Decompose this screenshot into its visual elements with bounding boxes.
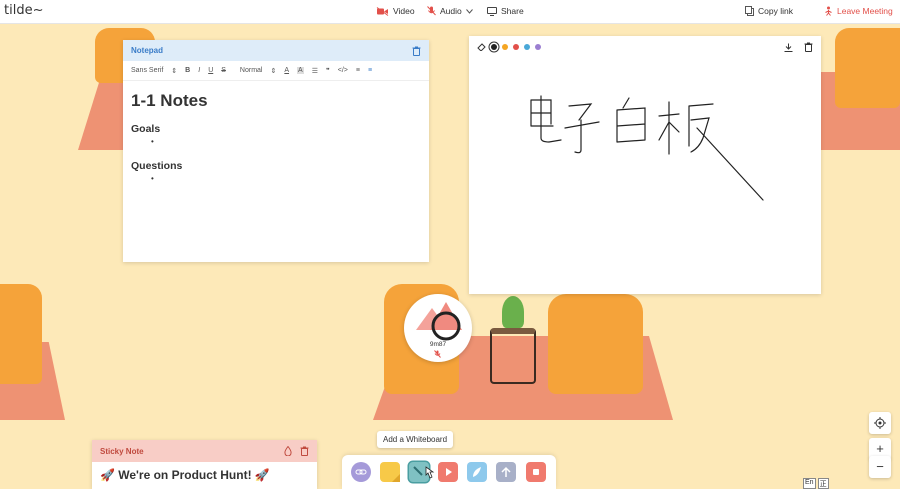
notepad-header[interactable]: Notepad [123,40,429,61]
armchair [0,284,42,384]
mic-off-icon [434,350,441,358]
download-icon[interactable] [784,43,793,52]
color-swatch-orange[interactable] [502,44,508,50]
notepad-editor[interactable]: 1-1 Notes Goals • Questions • [123,81,429,207]
trash-icon[interactable] [804,42,813,52]
select-arrows-icon: ⇕ [270,67,277,75]
share-screen-button[interactable]: Share [487,6,524,16]
code-icon[interactable]: </> [338,67,348,74]
recenter-button[interactable] [869,412,891,434]
bold-button[interactable]: B [185,67,190,74]
add-video-button[interactable] [438,462,458,482]
strikethrough-button[interactable]: S [221,67,226,74]
text-color-icon[interactable]: A [284,67,289,74]
target-icon [874,417,886,429]
plant [502,296,524,328]
bottom-dock [342,455,556,489]
input-mode-label[interactable]: 正 [817,478,829,489]
copy-icon [745,6,754,16]
add-notepad-button[interactable] [467,462,487,482]
color-swatch-black[interactable] [491,44,497,50]
participant-avatar[interactable]: 9m87 [404,294,472,362]
play-icon [446,468,452,476]
notepad-section-goals: Goals [131,123,161,135]
screen-share-icon [487,6,497,16]
notepad-panel[interactable]: Notepad Sans Serif ⇕ B I U S Normal ⇕ A … [123,40,429,262]
color-swatch-blue[interactable] [524,44,530,50]
trash-icon[interactable] [300,446,309,456]
side-table [490,328,536,384]
copy-link-button[interactable]: Copy link [745,6,793,16]
color-swatch-red[interactable] [513,44,519,50]
font-family-select[interactable]: Sans Serif [131,67,163,74]
leave-meeting-label: Leave Meeting [837,6,893,16]
record-icon [533,469,539,475]
eraser-icon[interactable] [477,43,486,51]
align-icon[interactable]: ☰ [312,67,318,75]
chevron-down-icon [465,8,473,14]
copy-link-label: Copy link [758,6,793,16]
underline-button[interactable]: U [208,67,213,74]
list-item: • [151,137,154,146]
sticky-note-title: Sticky Note [100,446,144,456]
bullet-list-icon[interactable]: ≡ [368,67,372,74]
handwriting-strokes [530,95,764,201]
zoom-out-button[interactable]: − [869,456,891,478]
link-icon [355,469,367,475]
feather-icon [473,467,481,477]
audio-label: Audio [440,6,462,16]
sticky-note-panel[interactable]: Sticky Note 🚀 We're on Product Hunt! 🚀 [92,440,317,489]
ordered-list-icon[interactable]: ≡ [356,67,360,74]
quote-icon[interactable]: ❞ [326,67,330,75]
color-swatch-purple[interactable] [535,44,541,50]
italic-button[interactable]: I [198,67,200,74]
top-bar: tilde~ Video Audio Share Copy link Leave… [0,0,900,24]
select-arrows-icon: ⇕ [171,67,178,75]
notepad-heading: 1-1 Notes [131,91,208,110]
whiteboard-toolbar [469,36,821,58]
armchair [548,294,643,394]
whiteboard-panel[interactable] [469,36,821,294]
notepad-title: Notepad [131,46,163,55]
trash-icon[interactable] [412,46,421,56]
system-tray: En 正 [803,478,829,489]
mouse-pointer-icon [425,466,435,479]
list-item: • [151,174,154,183]
dock-tooltip: Add a Whiteboard [377,431,454,448]
sticky-note-icon [392,474,400,482]
sticky-note-header[interactable]: Sticky Note [92,440,317,462]
whiteboard-canvas[interactable] [469,58,821,294]
highlight-icon[interactable]: A [297,67,304,74]
exit-icon [825,6,832,16]
input-method-label[interactable]: En [803,478,816,489]
armchair [835,28,900,108]
mic-off-icon [427,6,436,16]
font-size-select[interactable]: Normal [240,67,263,74]
color-drop-icon[interactable] [284,446,292,456]
add-sticky-note-button[interactable] [380,462,400,482]
leave-meeting-button[interactable]: Leave Meeting [824,6,893,16]
notepad-toolbar: Sans Serif ⇕ B I U S Normal ⇕ A A ☰ ❞ </… [123,61,429,81]
add-link-button[interactable] [351,462,371,482]
audio-toggle-button[interactable]: Audio [427,6,473,16]
sticky-note-text[interactable]: 🚀 We're on Product Hunt! 🚀 [92,462,317,488]
record-button[interactable] [526,462,546,482]
notepad-section-questions: Questions [131,160,183,172]
video-toggle-button[interactable]: Video [376,6,415,16]
participant-name: 9m87 [429,341,447,348]
upload-arrow-icon [501,466,511,477]
share-label: Share [501,6,524,16]
video-off-icon [376,6,389,16]
video-label: Video [393,6,415,16]
app-logo: tilde~ [4,3,44,18]
upload-file-button[interactable] [496,462,516,482]
